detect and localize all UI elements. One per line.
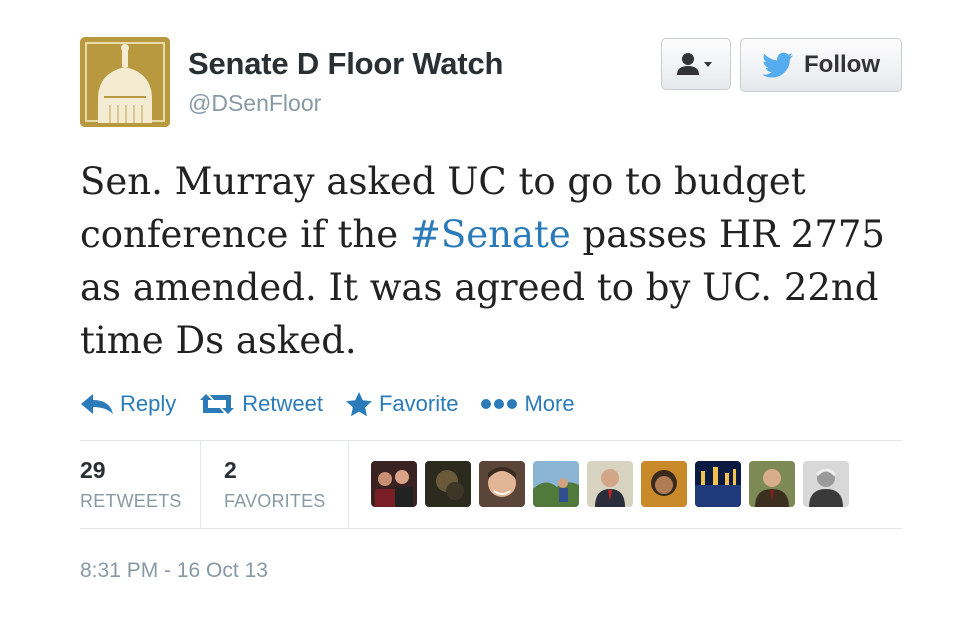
user-icon [677, 53, 712, 75]
more-label: More [524, 391, 575, 416]
tweet-timestamp[interactable]: 8:31 PM - 16 Oct 13 [80, 559, 268, 583]
favorite-label: Favorite [378, 391, 459, 416]
retweeter-avatar[interactable] [641, 461, 687, 507]
stat-separator [200, 441, 201, 528]
retweeter-avatar[interactable] [749, 461, 795, 507]
follow-button-label: Follow [804, 51, 880, 78]
follow-button[interactable]: Follow [740, 38, 902, 92]
retweeter-avatar[interactable] [803, 461, 849, 507]
divider-bottom [80, 528, 902, 529]
reply-button[interactable]: Reply [80, 391, 176, 417]
reply-label: Reply [120, 391, 177, 416]
retweet-icon [200, 394, 235, 414]
retweeter-avatar[interactable] [587, 461, 633, 507]
retweets-count: 29 [80, 457, 106, 483]
user-actions-button[interactable] [661, 38, 731, 90]
tweet-text: Sen. Murray asked UC to go to budget con… [80, 155, 910, 367]
retweet-label: Retweet [242, 391, 323, 416]
more-dots-icon [481, 399, 518, 409]
retweeter-avatar[interactable] [695, 461, 741, 507]
retweeter-avatars [371, 461, 849, 507]
more-button[interactable]: More [480, 391, 575, 417]
twitter-bird-icon [762, 52, 793, 78]
retweets-label: RETWEETS [80, 491, 182, 511]
retweet-button[interactable]: Retweet [198, 391, 323, 417]
divider-top [80, 440, 902, 441]
favorite-button[interactable]: Favorite [345, 391, 458, 417]
caret-down-icon [704, 62, 712, 67]
star-icon [345, 392, 372, 417]
favorites-label: FAVORITES [224, 491, 326, 511]
tweet-actions: Reply Retweet Favorite More [80, 388, 597, 420]
reply-icon [81, 394, 113, 414]
display-name[interactable]: Senate D Floor Watch [188, 46, 503, 82]
retweeter-avatar[interactable] [533, 461, 579, 507]
stat-separator [348, 441, 349, 528]
retweeter-avatar[interactable] [371, 461, 417, 507]
retweeter-avatar[interactable] [479, 461, 525, 507]
retweeter-avatar[interactable] [425, 461, 471, 507]
avatar[interactable] [80, 37, 170, 127]
user-handle[interactable]: @DSenFloor [188, 90, 321, 117]
favorites-count: 2 [224, 457, 237, 483]
hashtag-link[interactable]: #Senate [410, 213, 571, 256]
capitol-dome-icon [80, 37, 170, 127]
